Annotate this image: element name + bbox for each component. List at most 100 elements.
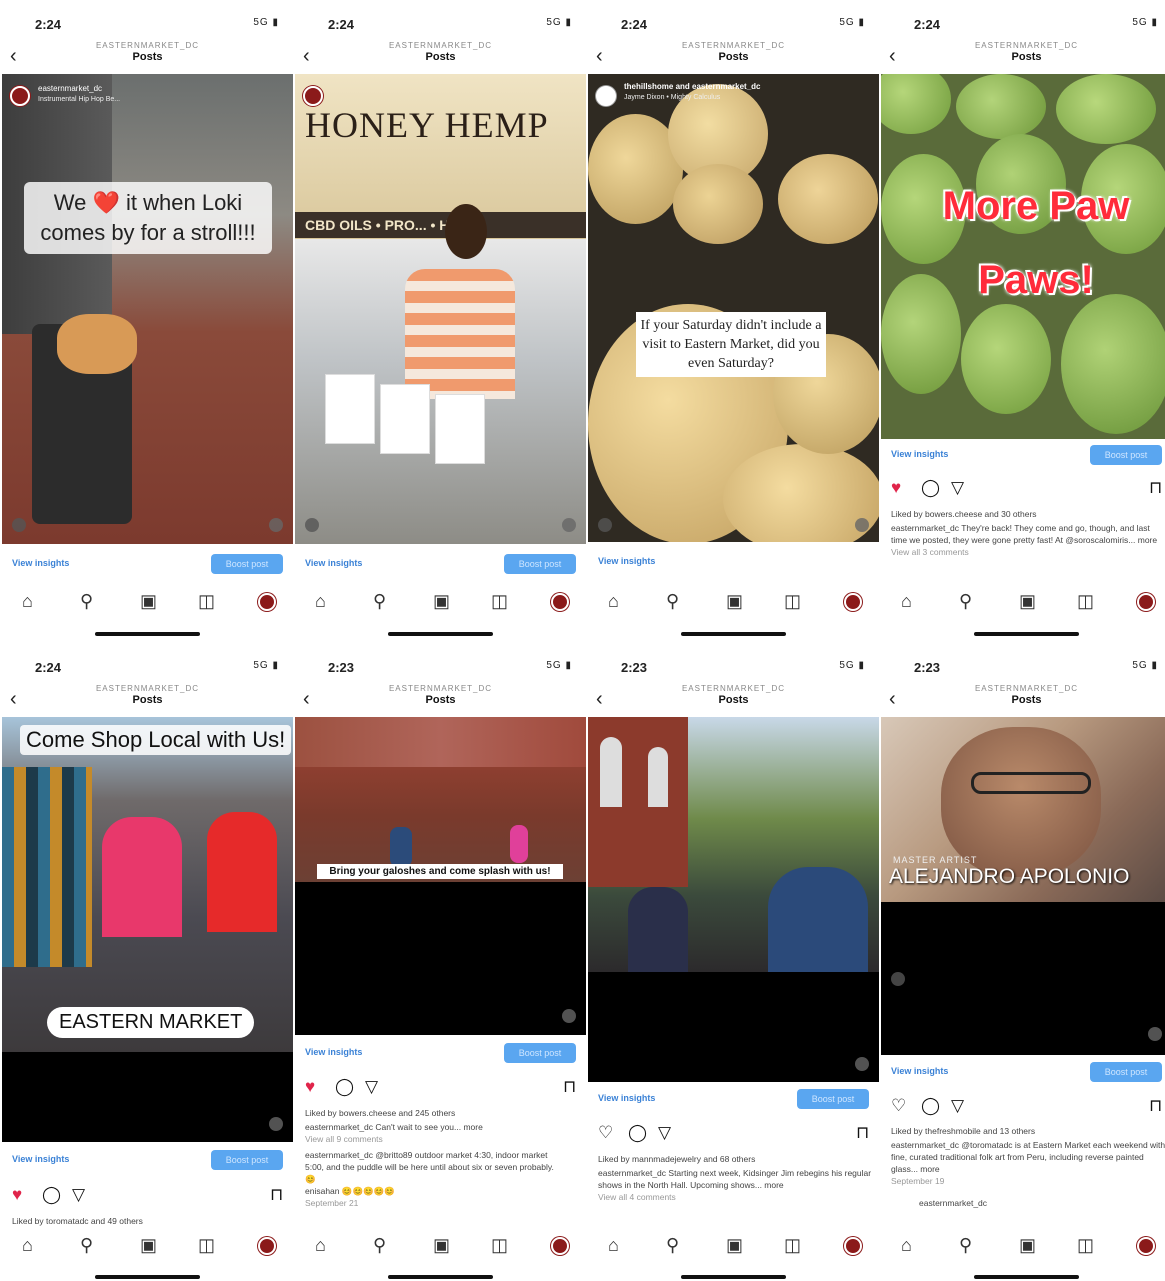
mute-icon[interactable] [855,1057,869,1071]
view-insights-link[interactable]: View insights [891,1066,948,1076]
mute-icon[interactable] [269,1117,283,1131]
boost-post-button[interactable]: Boost post [504,1043,576,1063]
profile-icon[interactable] [551,593,569,611]
view-comments-link[interactable]: View all 4 comments [598,1191,874,1203]
back-button[interactable]: ‹ [596,46,603,66]
overlay-username[interactable]: thehillshome and easternmarket_dc [624,82,761,91]
profile-icon[interactable] [258,1237,276,1255]
mute-icon[interactable] [562,1009,576,1023]
boost-post-button[interactable]: Boost post [504,554,576,574]
reels-icon[interactable]: ▣ [140,591,157,612]
home-icon[interactable]: ⌂ [315,1235,326,1256]
heart-icon[interactable]: ♥ [305,1077,315,1097]
profile-icon[interactable] [844,593,862,611]
boost-post-button[interactable]: Boost post [1090,445,1162,465]
back-button[interactable]: ‹ [889,689,896,709]
post-media[interactable]: Come Shop Local with Us! EASTERN MARKET [2,717,293,1142]
home-icon[interactable]: ⌂ [608,1235,619,1256]
view-insights-link[interactable]: View insights [598,556,655,566]
share-icon[interactable]: ▽ [365,1077,378,1097]
post-media[interactable]: easternmarket_dc Instrumental Hip Hop Be… [2,74,293,544]
audio-label[interactable]: Instrumental Hip Hop Be... [38,96,120,103]
search-icon[interactable]: ⚲ [80,591,93,612]
search-icon[interactable]: ⚲ [959,1235,972,1256]
mute-icon[interactable] [855,518,869,532]
search-icon[interactable]: ⚲ [666,1235,679,1256]
back-button[interactable]: ‹ [303,46,310,66]
mute-icon[interactable] [562,518,576,532]
reels-icon[interactable]: ▣ [140,1235,157,1256]
share-icon[interactable]: ▽ [951,478,964,498]
comment-icon[interactable]: ◯ [42,1185,61,1205]
home-icon[interactable]: ⌂ [901,1235,912,1256]
bookmark-icon[interactable]: ⊓ [270,1185,283,1205]
heart-icon[interactable]: ♡ [891,1096,906,1116]
audio-label[interactable]: Jayme Dixon • Mighty Calculus [624,94,720,101]
reels-icon[interactable]: ▣ [1019,1235,1036,1256]
avatar[interactable] [10,86,30,106]
back-button[interactable]: ‹ [889,46,896,66]
likes-count[interactable]: Liked by bowers.cheese and 30 others [891,508,1165,520]
bookmark-icon[interactable]: ⊓ [563,1077,576,1097]
mute-icon[interactable] [269,518,283,532]
profile-icon[interactable] [1137,593,1155,611]
overlay-username[interactable]: easternmarket_dc [38,84,102,93]
reels-icon[interactable]: ▣ [433,591,450,612]
view-insights-link[interactable]: View insights [598,1093,655,1103]
boost-post-button[interactable]: Boost post [211,1150,283,1170]
comment-username[interactable]: easternmarket_dc [891,1197,1165,1209]
shop-icon[interactable]: ◫ [491,1235,508,1256]
likes-count[interactable]: Liked by bowers.cheese and 245 others [305,1107,581,1119]
likes-count[interactable]: Liked by mannmadejewelry and 68 others [598,1153,874,1165]
avatar[interactable] [303,86,323,106]
back-button[interactable]: ‹ [303,689,310,709]
home-icon[interactable]: ⌂ [901,591,912,612]
shop-icon[interactable]: ◫ [784,591,801,612]
shop-icon[interactable]: ◫ [491,591,508,612]
comment-icon[interactable]: ◯ [921,1096,940,1116]
view-comments-link[interactable]: View all 9 comments [305,1133,581,1145]
reels-icon[interactable]: ▣ [726,591,743,612]
back-button[interactable]: ‹ [596,689,603,709]
search-icon[interactable]: ⚲ [666,591,679,612]
shop-icon[interactable]: ◫ [784,1235,801,1256]
comment-icon[interactable]: ◯ [628,1123,647,1143]
comment-icon[interactable]: ◯ [921,478,940,498]
view-insights-link[interactable]: View insights [891,449,948,459]
share-icon[interactable]: ▽ [951,1096,964,1116]
heart-icon[interactable]: ♥ [891,478,901,498]
post-media[interactable]: HONEY HEMP CBD OILS • PRO... • HONE [295,74,586,544]
bookmark-icon[interactable]: ⊓ [856,1123,869,1143]
comment-icon[interactable]: ◯ [335,1077,354,1097]
likes-count[interactable]: Liked by thefreshmobile and 13 others [891,1125,1165,1137]
reels-icon[interactable]: ▣ [1019,591,1036,612]
post-media[interactable]: MASTER ARTIST ALEJANDRO APOLONIO [881,717,1165,1055]
post-media[interactable]: More Paw Paws! [881,74,1165,439]
post-media[interactable]: Bring your galoshes and come splash with… [295,717,586,1035]
search-icon[interactable]: ⚲ [373,591,386,612]
shop-icon[interactable]: ◫ [1077,591,1094,612]
view-comments-link[interactable]: View all 3 comments [891,546,1165,558]
share-icon[interactable]: ▽ [658,1123,671,1143]
profile-icon[interactable] [258,593,276,611]
shop-icon[interactable]: ◫ [1077,1235,1094,1256]
avatar[interactable] [596,86,616,106]
search-icon[interactable]: ⚲ [959,591,972,612]
share-icon[interactable]: ▽ [72,1185,85,1205]
home-icon[interactable]: ⌂ [315,591,326,612]
profile-icon[interactable] [844,1237,862,1255]
home-icon[interactable]: ⌂ [22,591,33,612]
search-icon[interactable]: ⚲ [373,1235,386,1256]
view-insights-link[interactable]: View insights [12,558,69,568]
bookmark-icon[interactable]: ⊓ [1149,478,1162,498]
search-icon[interactable]: ⚲ [80,1235,93,1256]
back-button[interactable]: ‹ [10,46,17,66]
reels-icon[interactable]: ▣ [433,1235,450,1256]
home-icon[interactable]: ⌂ [22,1235,33,1256]
back-button[interactable]: ‹ [10,689,17,709]
home-icon[interactable]: ⌂ [608,591,619,612]
bookmark-icon[interactable]: ⊓ [1149,1096,1162,1116]
post-media[interactable] [588,717,879,1082]
profile-icon[interactable] [1137,1237,1155,1255]
mute-icon[interactable] [1148,1027,1162,1041]
